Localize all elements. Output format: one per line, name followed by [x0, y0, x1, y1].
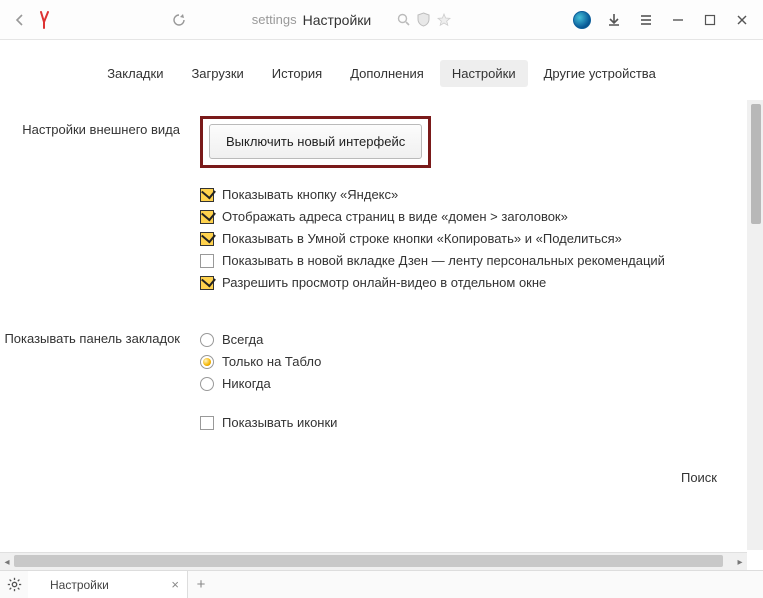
disable-new-ui-button[interactable]: Выключить новый интерфейс: [209, 124, 422, 159]
section-bookmarks-title: Показывать панель закладок: [0, 325, 200, 437]
radio-icon[interactable]: [200, 377, 214, 391]
opt-video-popout[interactable]: Разрешить просмотр онлайн-видео в отдель…: [200, 275, 723, 290]
settings-nav: Закладки Загрузки История Дополнения Нас…: [0, 40, 763, 105]
maximize-button[interactable]: [695, 8, 725, 32]
checkbox-icon[interactable]: [200, 232, 214, 246]
search-icon[interactable]: [397, 13, 410, 26]
radio-icon[interactable]: [200, 355, 214, 369]
radio-tableau-only[interactable]: Только на Табло: [200, 354, 723, 369]
nav-bookmarks[interactable]: Закладки: [95, 60, 175, 87]
address-label: settings: [252, 12, 297, 27]
section-bookmarks-panel: Показывать панель закладок Всегда Только…: [0, 325, 747, 437]
scroll-right-icon[interactable]: ▸: [733, 553, 747, 571]
checkbox-icon[interactable]: [200, 210, 214, 224]
yandex-logo-icon[interactable]: [36, 11, 56, 29]
scrollbar-thumb[interactable]: [14, 555, 723, 567]
extension-dot-icon[interactable]: [567, 8, 597, 32]
checkbox-icon[interactable]: [200, 276, 214, 290]
checkbox-icon[interactable]: [200, 188, 214, 202]
nav-history[interactable]: История: [260, 60, 334, 87]
vertical-scrollbar[interactable]: [747, 100, 763, 550]
radio-never[interactable]: Никогда: [200, 376, 723, 391]
address-pill: settings Настройки: [252, 12, 371, 28]
minimize-button[interactable]: [663, 8, 693, 32]
titlebar-right: [567, 8, 763, 32]
scroll-left-icon[interactable]: ◂: [0, 553, 14, 571]
opt-zen-new-tab[interactable]: Показывать в новой вкладке Дзен — ленту …: [200, 253, 723, 268]
reload-icon[interactable]: [172, 13, 186, 27]
menu-icon[interactable]: [631, 8, 661, 32]
titlebar-left: [0, 11, 56, 29]
downloads-icon[interactable]: [599, 8, 629, 32]
opt-show-yandex-button[interactable]: Показывать кнопку «Яндекс»: [200, 187, 723, 202]
horizontal-scrollbar[interactable]: ◂ ▸: [0, 552, 747, 570]
opt-show-icons[interactable]: Показывать иконки: [200, 415, 723, 430]
nav-addons[interactable]: Дополнения: [338, 60, 436, 87]
radio-always[interactable]: Всегда: [200, 332, 723, 347]
titlebar: settings Настройки: [0, 0, 763, 40]
disable-new-ui-highlight: Выключить новый интерфейс: [200, 116, 431, 168]
nav-downloads[interactable]: Загрузки: [179, 60, 255, 87]
section-appearance-title: Настройки внешнего вида: [0, 116, 200, 297]
opt-smartline-copy-share[interactable]: Показывать в Умной строке кнопки «Копиро…: [200, 231, 723, 246]
shield-icon[interactable]: [416, 12, 431, 27]
back-icon[interactable]: [10, 13, 30, 27]
checkbox-icon[interactable]: [200, 254, 214, 268]
close-icon[interactable]: ×: [171, 577, 179, 592]
tabstrip: Настройки × +: [0, 570, 763, 598]
close-button[interactable]: [727, 8, 757, 32]
section-search-title: Поиск: [537, 470, 737, 485]
opt-address-domain-title[interactable]: Отображать адреса страниц в виде «домен …: [200, 209, 723, 224]
new-tab-button[interactable]: +: [188, 576, 214, 593]
address-area[interactable]: settings Настройки: [56, 12, 567, 28]
tab-title: Настройки: [50, 578, 109, 592]
section-appearance: Настройки внешнего вида Выключить новый …: [0, 116, 747, 297]
checkbox-icon[interactable]: [200, 416, 214, 430]
nav-settings[interactable]: Настройки: [440, 60, 528, 87]
nav-other-devices[interactable]: Другие устройства: [532, 60, 668, 87]
gear-icon[interactable]: [0, 577, 28, 592]
scrollbar-thumb[interactable]: [751, 104, 761, 224]
tab-settings[interactable]: Настройки ×: [28, 571, 188, 598]
bookmark-star-icon[interactable]: [437, 13, 451, 27]
settings-content: Настройки внешнего вида Выключить новый …: [0, 100, 763, 550]
address-title: Настройки: [303, 12, 372, 28]
radio-icon[interactable]: [200, 333, 214, 347]
